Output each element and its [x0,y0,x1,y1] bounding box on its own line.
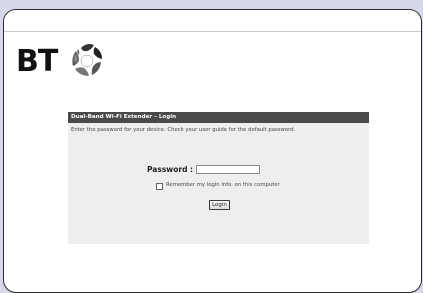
remember-checkbox[interactable] [156,183,163,190]
remember-label: Remember my login info. on this computer [166,182,280,188]
password-input[interactable] [196,165,260,174]
password-row: Password : [68,164,369,176]
login-panel: Dual-Band Wi-Fi Extender – Login Enter t… [68,112,369,244]
bt-logo-text: BT [16,44,58,79]
password-label: Password : [147,165,194,174]
top-bar [4,10,421,32]
login-panel-header: Dual-Band Wi-Fi Extender – Login [68,112,369,123]
bt-logo: BT [16,40,126,90]
login-instructions: Enter the password for your device. Chec… [71,127,296,133]
bt-globe-icon [72,44,102,76]
login-button[interactable]: Login [209,200,230,210]
browser-frame: BT Dual-Band Wi-Fi Extender – Login Ente… [3,9,422,293]
